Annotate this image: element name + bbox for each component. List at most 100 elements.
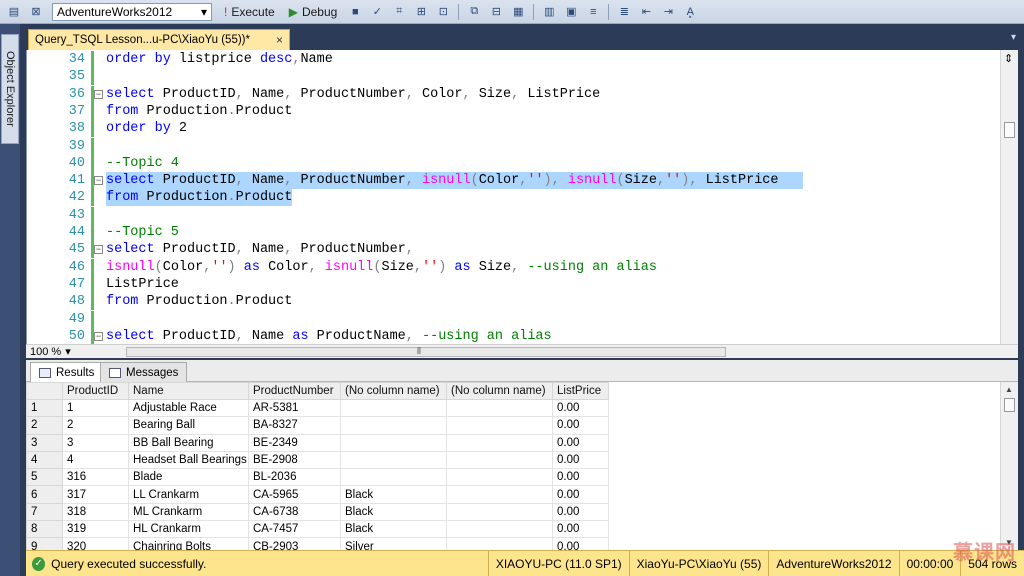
column-header[interactable]: (No column name) (340, 382, 447, 400)
table-cell[interactable]: Headset Ball Bearings (128, 450, 249, 470)
table-cell[interactable]: 0.00 (552, 398, 609, 418)
row-number[interactable]: 6 (26, 485, 63, 504)
table-cell[interactable]: 2 (62, 416, 129, 435)
table-cell[interactable]: BE-2908 (248, 450, 341, 470)
code-line[interactable]: 45− select ProductID, Name, ProductNumber… (27, 241, 1001, 259)
table-row[interactable]: 8 319 HL Crankarm CA-7457 Black 0.00 (26, 520, 609, 539)
table-cell[interactable]: 1 (62, 398, 129, 418)
table-row[interactable]: 1 1 Adjustable Race AR-5381 0.00 (26, 398, 609, 418)
uncomment-icon[interactable]: ≣ (614, 3, 634, 21)
collapse-icon[interactable]: − (94, 89, 103, 99)
table-cell[interactable] (446, 450, 553, 470)
properties-icon[interactable]: ▤ (4, 3, 24, 21)
table-cell[interactable]: Silver (340, 537, 447, 550)
table-cell[interactable]: 317 (62, 485, 129, 504)
outdent-icon[interactable]: ⇤ (636, 3, 656, 21)
table-cell[interactable]: 318 (62, 502, 129, 522)
code-line[interactable]: 43 (27, 206, 1001, 224)
table-cell[interactable]: 3 (62, 433, 129, 452)
client-stats-icon[interactable]: ⊟ (486, 3, 506, 21)
display-plan-icon[interactable]: ⌗ (389, 3, 409, 21)
specify-values-icon[interactable]: A͓ (680, 3, 700, 21)
table-cell[interactable]: Blade (128, 468, 249, 487)
code-line[interactable]: 46 isnull(Color,'') as Color, isnull(Size… (27, 258, 1001, 276)
table-cell[interactable]: 0.00 (552, 502, 609, 522)
table-cell[interactable]: LL Crankarm (128, 485, 249, 504)
table-cell[interactable]: BE-2349 (248, 433, 341, 452)
table-cell[interactable]: AR-5381 (248, 398, 341, 418)
code-line[interactable]: 37 from Production.Product (27, 102, 1001, 120)
table-cell[interactable] (340, 398, 447, 418)
row-number[interactable]: 7 (26, 502, 63, 522)
table-cell[interactable]: CA-6738 (248, 502, 341, 522)
split-icon[interactable]: ⇕ (1004, 52, 1013, 65)
table-row[interactable]: 4 4 Headset Ball Bearings BE-2908 0.00 (26, 450, 609, 470)
close-icon[interactable]: × (276, 33, 283, 47)
table-cell[interactable]: Chainring Bolts (128, 537, 249, 550)
table-cell[interactable]: 0.00 (552, 537, 609, 550)
collapse-icon[interactable]: − (94, 176, 103, 186)
table-row[interactable]: 3 3 BB Ball Bearing BE-2349 0.00 (26, 433, 609, 452)
table-row[interactable]: 5 316 Blade BL-2036 0.00 (26, 468, 609, 487)
row-number[interactable]: 5 (26, 468, 63, 487)
row-number[interactable]: 2 (26, 416, 63, 435)
grid-scroll-thumb[interactable] (1004, 398, 1015, 412)
table-cell[interactable]: 0.00 (552, 433, 609, 452)
collapse-icon[interactable]: − (94, 331, 103, 341)
code-line[interactable]: 48 from Production.Product (27, 293, 1001, 311)
table-cell[interactable] (446, 468, 553, 487)
results-grid[interactable]: ProductID Name ProductNumber (No column nam… (26, 382, 1018, 550)
column-header[interactable]: ProductID (62, 382, 129, 400)
table-cell[interactable] (446, 537, 553, 550)
column-header[interactable]: (No column name) (446, 382, 553, 400)
table-cell[interactable]: 0.00 (552, 485, 609, 504)
stop-icon[interactable]: ■ (345, 3, 365, 21)
column-header[interactable]: ListPrice (552, 382, 609, 400)
object-explorer-tab[interactable]: Object Explorer (1, 34, 19, 144)
table-cell[interactable] (446, 485, 553, 504)
table-row[interactable]: 6 317 LL Crankarm CA-5965 Black 0.00 (26, 485, 609, 504)
zoom-select[interactable]: 100 % ▾ (26, 345, 92, 359)
table-cell[interactable]: CA-5965 (248, 485, 341, 504)
table-cell[interactable]: BL-2036 (248, 468, 341, 487)
table-cell[interactable]: 0.00 (552, 468, 609, 487)
row-number[interactable]: 3 (26, 433, 63, 452)
table-cell[interactable] (340, 450, 447, 470)
code-line[interactable]: 34 order by listprice desc,Name (27, 51, 1001, 68)
table-cell[interactable] (340, 433, 447, 452)
code-line[interactable]: 47 ListPrice (27, 275, 1001, 293)
tab-list-dropdown-icon[interactable]: ▾ (1011, 32, 1016, 43)
results-text-icon[interactable]: ▦ (508, 3, 528, 21)
query-designer-icon[interactable]: ⊞ (411, 3, 431, 21)
row-number[interactable]: 4 (26, 450, 63, 470)
table-cell[interactable]: CB-2903 (248, 537, 341, 550)
scroll-up-icon[interactable]: ▲ (1005, 385, 1013, 394)
table-cell[interactable] (446, 416, 553, 435)
table-cell[interactable]: 316 (62, 468, 129, 487)
code-line[interactable]: 35 (27, 68, 1001, 86)
table-cell[interactable]: 0.00 (552, 520, 609, 539)
table-row[interactable]: 2 2 Bearing Ball BA-8327 0.00 (26, 416, 609, 435)
code-line[interactable]: 49 (27, 310, 1001, 328)
table-cell[interactable]: Black (340, 485, 447, 504)
debug-button[interactable]: ▶ Debug (283, 3, 344, 21)
filter-icon[interactable]: ⊠ (26, 3, 46, 21)
table-cell[interactable]: 320 (62, 537, 129, 550)
code-line[interactable]: 36− select ProductID, Name, ProductNumber… (27, 85, 1001, 103)
table-cell[interactable]: Black (340, 502, 447, 522)
column-header[interactable] (26, 382, 63, 400)
comment-icon[interactable]: ≡ (583, 3, 603, 21)
table-cell[interactable]: 0.00 (552, 416, 609, 435)
table-cell[interactable] (446, 502, 553, 522)
results-grid-icon[interactable]: ▥ (539, 3, 559, 21)
code-line[interactable]: 50− select ProductID, Name as ProductName… (27, 327, 1001, 344)
results-file-icon[interactable]: ▣ (561, 3, 581, 21)
editor-scroll-thumb[interactable] (1004, 122, 1015, 138)
collapse-icon[interactable]: − (94, 245, 103, 255)
table-cell[interactable] (340, 468, 447, 487)
table-cell[interactable]: HL Crankarm (128, 520, 249, 539)
code-line[interactable]: 39 (27, 137, 1001, 155)
table-cell[interactable] (340, 416, 447, 435)
tab-results[interactable]: Results (30, 362, 104, 382)
table-cell[interactable]: CA-7457 (248, 520, 341, 539)
